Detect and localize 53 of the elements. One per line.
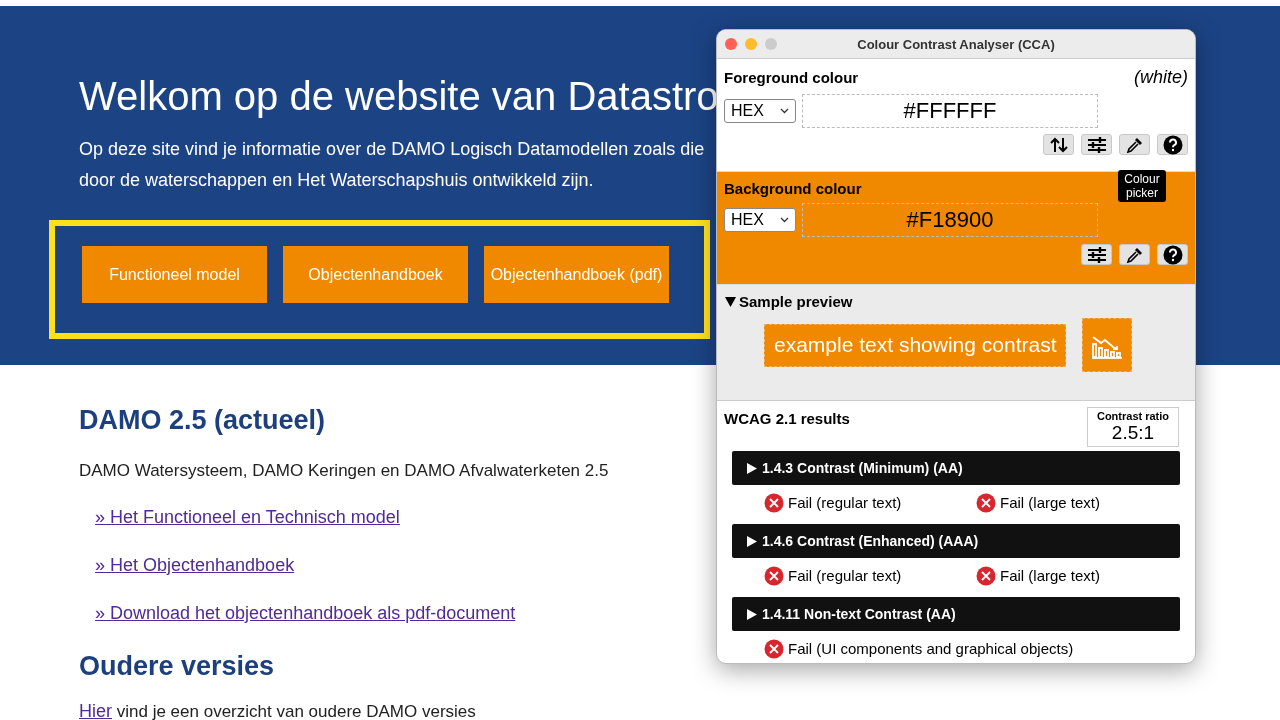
triangle-right-icon — [747, 608, 757, 620]
result-text: Fail (regular text) — [788, 567, 902, 584]
criterion-header[interactable]: 1.4.3 Contrast (Minimum) (AA) — [732, 451, 1180, 485]
window-title: Colour Contrast Analyser (CCA) — [856, 36, 1056, 52]
window-close-button[interactable] — [725, 38, 737, 50]
criterion-header[interactable]: 1.4.11 Non-text Contrast (AA) — [732, 597, 1180, 631]
chevron-down-icon — [780, 217, 789, 223]
tooltip: Colour picker — [1118, 170, 1166, 202]
ratio-value: 2.5:1 — [1111, 422, 1155, 444]
disclosure-toggle[interactable]: Sample preview — [725, 293, 1188, 310]
body-text: DAMO Watersysteem, DAMO Keringen en DAMO Afvalwaterketen 2.5 — [79, 460, 610, 482]
document-link[interactable]: » Download het objectenhandboek als pdf-document — [95, 603, 516, 623]
result-text: Fail (large text) — [1000, 494, 1101, 511]
section-heading: DAMO 2.5 (actueel) — [79, 404, 327, 437]
tool-button[interactable] — [1119, 134, 1150, 155]
results-heading: WCAG 2.1 results — [724, 410, 850, 427]
result-text: Fail (large text) — [1000, 567, 1101, 584]
colour-name: (white) — [1134, 67, 1188, 88]
body-text: Hier vind je een overzicht van oudere DAMO versies — [79, 700, 477, 720]
format-dropdown[interactable]: HEX — [724, 208, 796, 232]
tool-button[interactable] — [1081, 134, 1112, 155]
sample-text: example text showing contrast — [764, 323, 1067, 367]
criterion-header[interactable]: 1.4.6 Contrast (Enhanced) (AAA) — [732, 524, 1180, 558]
section-heading: Oudere versies — [79, 650, 276, 683]
format-dropdown[interactable]: HEX — [724, 99, 796, 123]
result-text: Fail (regular text) — [788, 494, 902, 511]
eyedropper-icon — [1125, 135, 1144, 154]
help-icon — [1162, 134, 1183, 155]
ratio-label: Contrast ratio — [1096, 410, 1170, 422]
overview-link[interactable]: Hier — [79, 701, 112, 720]
section-label: Background colour — [724, 180, 862, 197]
triangle-right-icon — [747, 535, 757, 547]
tool-button[interactable] — [1043, 134, 1074, 155]
tool-button[interactable] — [1081, 244, 1112, 265]
hex-input-field[interactable]: #FFFFFF — [802, 94, 1098, 128]
sliders-icon — [1086, 136, 1107, 153]
swap-arrows-icon — [1048, 135, 1069, 154]
chevron-down-icon — [780, 108, 789, 114]
triangle-right-icon — [747, 462, 757, 474]
tool-button[interactable] — [1157, 244, 1188, 265]
eyedropper-icon — [1125, 245, 1144, 264]
document-link[interactable]: » Het Functioneel en Technisch model — [95, 507, 400, 527]
section-label: Foreground colour — [724, 69, 859, 86]
intro-text: Op deze site vind je informatie over de DAMO Logisch Datamodellen zoals die door de waterschappen en Het Waterschapshuis ontwikkeld zijn. — [79, 138, 706, 192]
page-title: Welkom op de website van Datastro — [79, 73, 719, 120]
tool-button[interactable] — [1157, 134, 1188, 155]
result-text: Fail (UI components and graphical objects) — [788, 640, 1074, 657]
help-icon — [1162, 244, 1183, 265]
document-link[interactable]: » Het Objectenhandboek — [95, 555, 295, 575]
triangle-down-icon — [725, 297, 736, 307]
sliders-icon — [1086, 246, 1107, 263]
hex-input-field[interactable]: #F18900 — [802, 203, 1098, 237]
tool-button[interactable] — [1119, 244, 1150, 265]
